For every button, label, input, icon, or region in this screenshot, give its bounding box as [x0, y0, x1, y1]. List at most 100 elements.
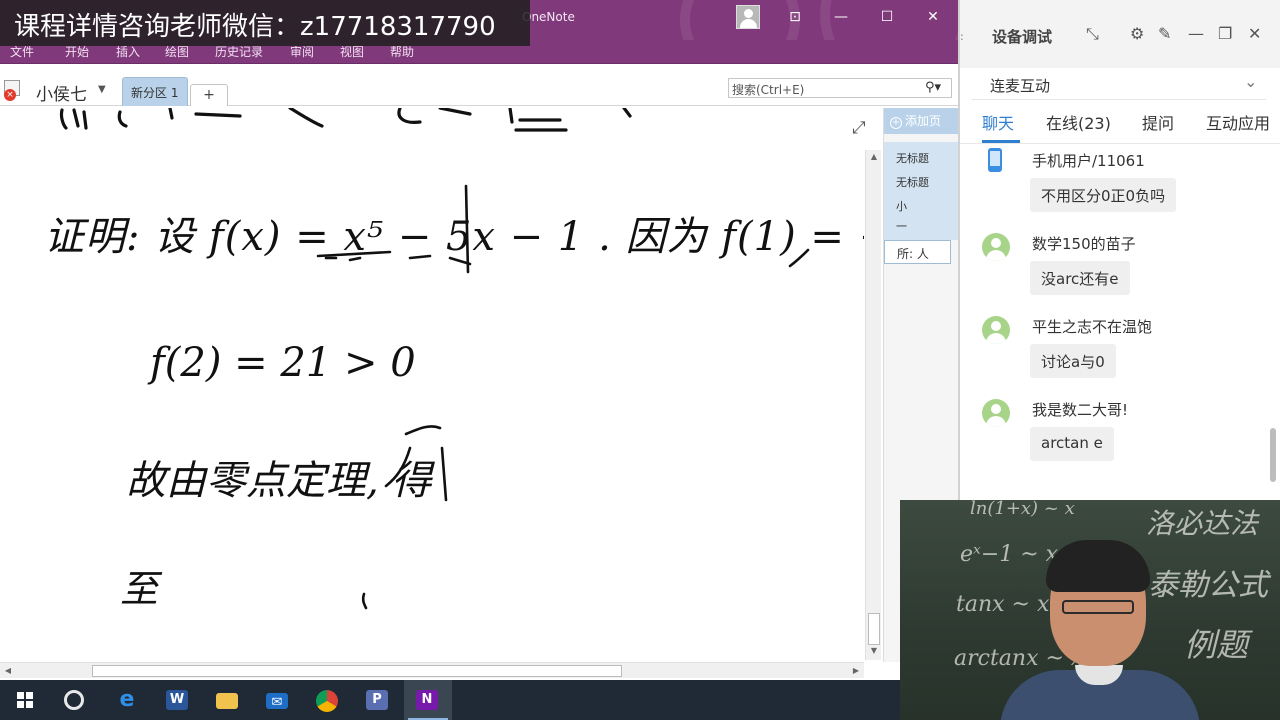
search-swirl-icon[interactable]: [50, 680, 98, 720]
p-glyph: P: [366, 690, 388, 710]
tab-online[interactable]: 在线(23): [1046, 110, 1111, 134]
live-header: : 设备调试 ⤡ ⚙ ✎ — ❐ ✕: [960, 0, 1280, 68]
chevron-down-icon[interactable]: ▼: [98, 84, 106, 95]
live-tabs: 聊天 在线(23) 提问 互动应用: [960, 104, 1280, 144]
tab-questions[interactable]: 提问: [1142, 110, 1174, 134]
explorer-icon[interactable]: [204, 680, 252, 720]
collapse-icon[interactable]: ⤡: [1086, 24, 1099, 44]
add-page-label: 添加页: [905, 114, 942, 128]
scroll-left-icon[interactable]: ◀: [0, 664, 16, 678]
folder-glyph: [216, 693, 238, 709]
page-item[interactable]: 小: [896, 198, 907, 214]
tab-interactive-apps[interactable]: 互动应用: [1206, 110, 1270, 134]
stroke: [72, 108, 88, 130]
scrollbar-thumb[interactable]: [868, 613, 880, 645]
stroke: [508, 108, 568, 132]
teacher-glasses: [1062, 600, 1134, 614]
stroke: [622, 108, 632, 118]
chalk-text: ln(1+x) ~ x: [970, 500, 1075, 519]
chat-sender: 数学150的苗子: [1032, 235, 1136, 253]
chat-bubble: 不用区分0正0负吗: [1030, 178, 1177, 212]
page-item-current[interactable]: 所: 人: [884, 240, 951, 264]
handwritten-line-2: f(2) = 21 > 0: [150, 340, 416, 386]
search-input[interactable]: 搜索(Ctrl+E): [728, 78, 952, 98]
webcam-video: ln(1+x) ~ x eˣ−1 ~ x tanx ~ x arctanx ~ …: [900, 500, 1280, 720]
vertical-scrollbar[interactable]: ▲ ▼: [865, 150, 881, 660]
lianmai-label: 连麦互动: [990, 77, 1051, 95]
section-tab[interactable]: 新分区 1: [122, 77, 188, 106]
chat-sender: 我是数二大哥!: [1032, 401, 1129, 419]
close-icon[interactable]: ✕: [920, 6, 946, 28]
stroke: [59, 108, 68, 130]
search-icon[interactable]: ⚲▾: [925, 80, 941, 95]
handwritten-line-3: 故由零点定理, 得: [126, 458, 432, 504]
pin-icon[interactable]: ✎: [1158, 24, 1171, 43]
contact-overlay: 课程详情咨询老师微信：z17718317790: [0, 0, 530, 46]
chrome-glyph: [316, 690, 338, 712]
lianmai-section[interactable]: 连麦互动 ⌄: [972, 70, 1266, 100]
chat-bubble: arctan e: [1030, 427, 1114, 461]
chat-messages[interactable]: 手机用户/11061 不用区分0正0负吗 数学150的苗子 没arc还有e 平生…: [960, 146, 1280, 496]
chat-sender: 手机用户/11061: [1032, 152, 1145, 170]
windows-taskbar: e W ✉ P N: [0, 680, 900, 720]
device-debug-title[interactable]: 设备调试: [992, 26, 1052, 47]
note-canvas[interactable]: 证明: 设 f(x) = x⁵ − 5x − 1 . 因为 f(1) = −5 …: [0, 108, 864, 662]
chat-bubble: 讨论a与0: [1030, 344, 1116, 378]
powerpoint-icon[interactable]: P: [354, 680, 402, 720]
swirl-glyph: [64, 690, 84, 710]
user-profile-icon[interactable]: [736, 5, 760, 29]
edge-icon[interactable]: e: [104, 680, 152, 720]
add-page-button[interactable]: + 添加页: [884, 108, 959, 134]
word-icon[interactable]: W: [154, 680, 202, 720]
phone-icon: [988, 148, 1002, 172]
scrollbar-thumb[interactable]: [92, 665, 622, 677]
chat-sender: 平生之志不在温饱: [1032, 318, 1153, 336]
minimize-icon[interactable]: —: [1188, 24, 1204, 43]
live-panel: : 设备调试 ⤡ ⚙ ✎ — ❐ ✕ 连麦互动 ⌄ 聊天 在线(23) 提问 互…: [958, 0, 1280, 500]
screen: OneNote ⊡ — ☐ ✕ 文件 开始 插入 绘图 历史记录 审阅 视图 帮…: [0, 0, 1280, 720]
scroll-down-icon[interactable]: ▼: [866, 644, 882, 658]
onenote-icon[interactable]: N: [404, 680, 452, 720]
close-icon[interactable]: ✕: [1248, 24, 1261, 43]
expand-icon[interactable]: ⤢: [852, 118, 866, 138]
gear-icon[interactable]: ⚙: [1130, 24, 1144, 43]
restore-icon[interactable]: ❐: [1218, 24, 1232, 43]
chat-scrollbar[interactable]: [1270, 428, 1276, 482]
mail-glyph: ✉: [266, 693, 288, 710]
chat-message: 平生之志不在温饱 讨论a与0: [978, 312, 1268, 388]
panel-edge-label: :: [960, 30, 964, 43]
stroke: [397, 108, 472, 124]
ribbon-display-icon[interactable]: ⊡: [782, 6, 808, 28]
chevron-down-icon[interactable]: ⌄: [1244, 72, 1257, 91]
chalk-text: 泰勒公式: [1148, 568, 1268, 603]
pages-list: 无标题 无标题 小 一: [884, 142, 959, 240]
maximize-icon[interactable]: ☐: [874, 6, 900, 28]
plus-icon: +: [890, 117, 902, 129]
start-button[interactable]: [0, 680, 48, 720]
teacher-hair: [1046, 540, 1150, 592]
minimize-icon[interactable]: —: [828, 6, 854, 28]
mail-icon[interactable]: ✉: [254, 680, 302, 720]
onenote-glyph: N: [416, 690, 438, 710]
notebook-bar: × 小侯七 ▼ 新分区 1 + 搜索(Ctrl+E) ⚲▾: [0, 64, 958, 106]
page-item[interactable]: 无标题: [896, 150, 929, 166]
chalk-text: 例题: [1184, 626, 1249, 664]
word-glyph: W: [166, 690, 188, 710]
notebook-name[interactable]: 小侯七: [36, 80, 87, 105]
page-item[interactable]: 无标题: [896, 174, 929, 190]
add-section-button[interactable]: +: [190, 84, 228, 106]
chat-bubble: 没arc还有e: [1030, 261, 1130, 295]
horizontal-scrollbar[interactable]: ◀ ▶: [0, 662, 864, 678]
chalk-text: tanx ~ x: [956, 592, 1050, 617]
scroll-up-icon[interactable]: ▲: [866, 150, 882, 164]
onenote-window: OneNote ⊡ — ☐ ✕ 文件 开始 插入 绘图 历史记录 审阅 视图 帮…: [0, 0, 970, 680]
chalk-text: eˣ−1 ~ x: [960, 542, 1059, 567]
page-item[interactable]: 一: [896, 218, 907, 234]
scroll-right-icon[interactable]: ▶: [848, 664, 864, 678]
handwritten-line-4: 至: [120, 567, 159, 611]
user-avatar: [982, 316, 1010, 344]
tab-chat[interactable]: 聊天: [982, 110, 1014, 134]
chrome-icon[interactable]: [304, 680, 352, 720]
chalk-text: 洛必达法: [1146, 507, 1259, 540]
chat-message: 数学150的苗子 没arc还有e: [978, 229, 1268, 305]
